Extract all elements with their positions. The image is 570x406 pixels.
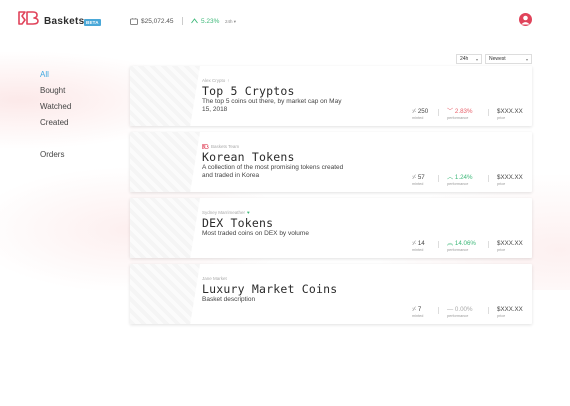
trend-up-double-icon: ︽ xyxy=(447,240,455,247)
basket-author[interactable]: Jane Market xyxy=(202,276,227,281)
basket-thumbnail xyxy=(130,264,200,324)
basket-title: Korean Tokens xyxy=(202,150,295,164)
minted-stat: ⸓ 7 minted xyxy=(412,306,423,318)
performance-value: 1.24% xyxy=(454,174,473,181)
performance-stat: ︿ 1.24% performance xyxy=(447,174,472,186)
stat-divider xyxy=(438,241,439,248)
heart-icon: ♥ xyxy=(247,210,250,215)
brand-name[interactable]: Baskets xyxy=(44,16,84,27)
sidebar-item-watched[interactable]: Watched xyxy=(40,102,71,111)
trend-flat-icon: — xyxy=(447,306,455,313)
baskets-logo-icon[interactable] xyxy=(18,10,40,26)
sidebar-item-orders[interactable]: Orders xyxy=(40,150,64,159)
price-stat: $XXX.XX price xyxy=(497,306,523,318)
user-avatar[interactable] xyxy=(519,13,532,26)
price-label: price xyxy=(497,314,506,318)
minted-stat: ⸓ 250 minted xyxy=(412,108,428,120)
performance-stat: ﹀ 2.83% performance xyxy=(447,108,472,120)
performance-stat: ︽ 14.06% performance xyxy=(447,240,476,252)
author-name: Alex Crypto xyxy=(202,78,226,83)
sidebar-item-bought[interactable]: Bought xyxy=(40,86,65,95)
change-range-dropdown[interactable]: 24h ▾ xyxy=(225,19,236,25)
minted-count: 57 xyxy=(417,174,425,181)
minted-label: minted xyxy=(412,248,424,252)
header-divider xyxy=(182,17,183,25)
stat-divider xyxy=(438,175,439,182)
basket-description: Most traded coins on DEX by volume xyxy=(202,230,309,237)
basket-description: Basket description xyxy=(202,296,256,303)
basket-card-luxury-market-coins[interactable]: Jane Market Luxury Market Coins Basket d… xyxy=(130,264,532,324)
price-label: price xyxy=(497,116,506,120)
performance-label: performance xyxy=(447,182,469,186)
basket-description: The top 5 coins out there, by market cap… xyxy=(202,98,342,113)
beta-badge: BETA xyxy=(84,19,101,26)
author-name: Jane Market xyxy=(202,276,227,281)
minted-stat: ⸓ 14 minted xyxy=(412,240,425,252)
author-name: Baskets Team xyxy=(211,144,240,149)
minted-stat: ⸓ 57 minted xyxy=(412,174,425,186)
trend-down-icon: ﹀ xyxy=(447,108,455,115)
baskets-logo-icon xyxy=(202,144,209,149)
performance-stat: — 0.00% performance xyxy=(447,306,472,318)
balance-change: 5.23% xyxy=(201,18,220,25)
top-bar: Baskets BETA $25,072.45 5.23% 24h ▾ xyxy=(0,0,570,44)
basket-author[interactable]: Sydney Marrimeather ♥ xyxy=(202,210,250,215)
sidebar-item-all[interactable]: All xyxy=(40,70,49,79)
basket-thumbnail xyxy=(130,66,200,126)
trend-up-icon: ︿ xyxy=(447,174,455,181)
performance-value: 0.00% xyxy=(454,306,473,313)
wallet-icon xyxy=(130,18,138,25)
sort-select[interactable]: Newest ▾ xyxy=(485,54,532,64)
stat-divider xyxy=(488,307,489,314)
verified-icon: ↑ xyxy=(227,78,230,83)
minted-count: 250 xyxy=(417,108,429,115)
stat-divider xyxy=(438,109,439,116)
trend-up-icon xyxy=(191,18,198,24)
price-label: price xyxy=(497,182,506,186)
sidebar-item-created[interactable]: Created xyxy=(40,118,68,127)
wallet-balance: $25,072.45 xyxy=(141,18,174,25)
basket-card-dex-tokens[interactable]: Sydney Marrimeather ♥ DEX Tokens Most tra… xyxy=(130,198,532,258)
performance-value: 14.06% xyxy=(454,240,476,247)
price-stat: $XXX.XX price xyxy=(497,240,523,252)
stat-divider xyxy=(438,307,439,314)
stat-divider xyxy=(488,109,489,116)
author-name: Sydney Marrimeather xyxy=(202,210,246,215)
basket-description: A collection of the most promising token… xyxy=(202,164,344,179)
stat-divider xyxy=(488,241,489,248)
stat-divider xyxy=(488,175,489,182)
period-value: 24h xyxy=(460,56,469,62)
chevron-down-icon: ▾ xyxy=(475,57,478,62)
basket-thumbnail xyxy=(130,132,200,192)
minted-count: 14 xyxy=(417,240,425,247)
minted-count: 7 xyxy=(417,306,422,313)
basket-author[interactable]: Baskets Team xyxy=(202,144,239,149)
price-value: $XXX.XX xyxy=(497,306,523,313)
performance-label: performance xyxy=(447,116,469,120)
basket-thumbnail xyxy=(130,198,200,258)
price-value: $XXX.XX xyxy=(497,108,523,115)
minted-label: minted xyxy=(412,314,424,318)
price-stat: $XXX.XX price xyxy=(497,108,523,120)
price-value: $XXX.XX xyxy=(497,174,523,181)
chevron-down-icon: ▾ xyxy=(525,57,528,62)
basket-author[interactable]: Alex Crypto ↑ xyxy=(202,78,230,83)
basket-card-korean-tokens[interactable]: Baskets Team Korean Tokens A collection … xyxy=(130,132,532,192)
price-label: price xyxy=(497,248,506,252)
basket-title: Luxury Market Coins xyxy=(202,282,338,296)
period-select[interactable]: 24h ▾ xyxy=(456,54,482,64)
user-icon xyxy=(521,15,530,25)
minted-label: minted xyxy=(412,116,424,120)
minted-label: minted xyxy=(412,182,424,186)
sort-value: Newest xyxy=(489,56,506,62)
performance-value: 2.83% xyxy=(454,108,473,115)
price-stat: $XXX.XX price xyxy=(497,174,523,186)
performance-label: performance xyxy=(447,248,469,252)
performance-label: performance xyxy=(447,314,469,318)
basket-title: DEX Tokens xyxy=(202,216,274,230)
price-value: $XXX.XX xyxy=(497,240,523,247)
basket-title: Top 5 Cryptos xyxy=(202,84,295,98)
basket-card-top-5-cryptos[interactable]: Alex Crypto ↑ Top 5 Cryptos The top 5 coi… xyxy=(130,66,532,126)
